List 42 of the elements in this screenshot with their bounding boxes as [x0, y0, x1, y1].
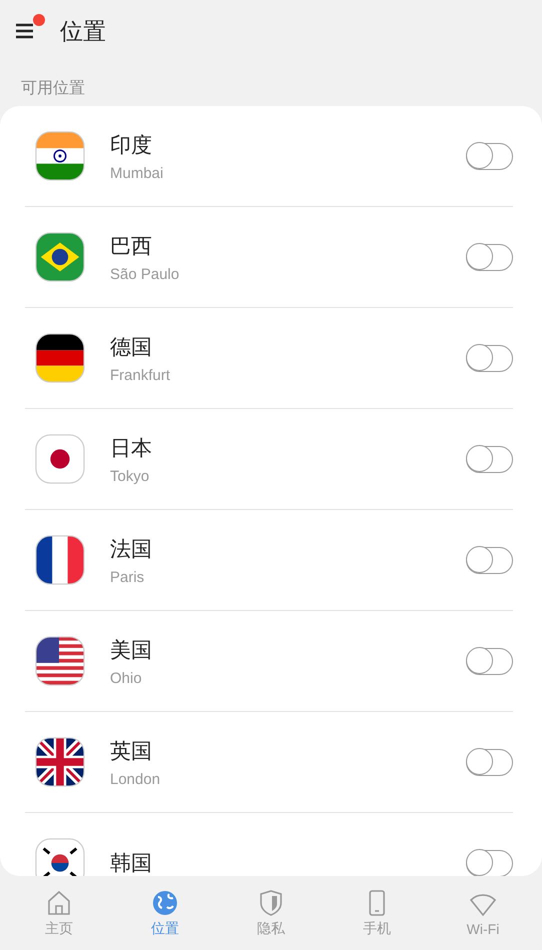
- city-name: Ohio: [110, 670, 143, 686]
- nav-tab[interactable]: Wi-Fi: [430, 876, 536, 950]
- nav-tab[interactable]: 隐私: [218, 876, 324, 950]
- country-name: 日本: [110, 436, 153, 462]
- home-icon: [45, 888, 73, 916]
- country-name: 韩国: [110, 851, 153, 876]
- toggle-switch[interactable]: [466, 446, 513, 472]
- country-name: 印度: [110, 132, 153, 158]
- country-name: 美国: [110, 638, 153, 664]
- toggle-switch[interactable]: [466, 244, 513, 270]
- flag-icon: [35, 131, 85, 181]
- flag-icon: [35, 232, 85, 282]
- city-name: Mumbai: [110, 164, 164, 182]
- flag-icon: [35, 838, 85, 876]
- nav-tab[interactable]: 位置: [112, 876, 218, 950]
- flag-icon: [35, 737, 85, 787]
- section-label: 可用位置: [21, 78, 85, 98]
- page-title: 位置: [60, 16, 106, 46]
- flag-icon: [35, 636, 85, 686]
- menu-icon[interactable]: [16, 23, 34, 39]
- toggle-switch[interactable]: [466, 344, 513, 372]
- city-name: Tokyo: [110, 468, 150, 484]
- flag-icon: [35, 535, 85, 585]
- country-name: 英国: [110, 738, 153, 764]
- toggle-switch[interactable]: [466, 648, 513, 674]
- city-name: São Paulo: [110, 266, 180, 282]
- nav-tab[interactable]: 主页: [6, 876, 112, 950]
- globe-icon: [151, 888, 179, 916]
- toggle-switch[interactable]: [466, 546, 513, 574]
- toggle-switch[interactable]: [466, 748, 513, 776]
- country-name: 德国: [110, 334, 153, 360]
- city-name: Paris: [110, 568, 146, 586]
- shield-icon: [257, 888, 285, 916]
- toggle-switch[interactable]: [466, 850, 513, 876]
- nav-tab[interactable]: 手机: [324, 876, 430, 950]
- flag-icon: [35, 434, 85, 484]
- toggle-switch[interactable]: [466, 142, 513, 170]
- country-name: 法国: [110, 536, 153, 562]
- country-name: 巴西: [110, 234, 153, 260]
- city-name: Frankfurt: [110, 366, 172, 384]
- flag-icon: [35, 333, 85, 383]
- city-name: London: [110, 770, 162, 788]
